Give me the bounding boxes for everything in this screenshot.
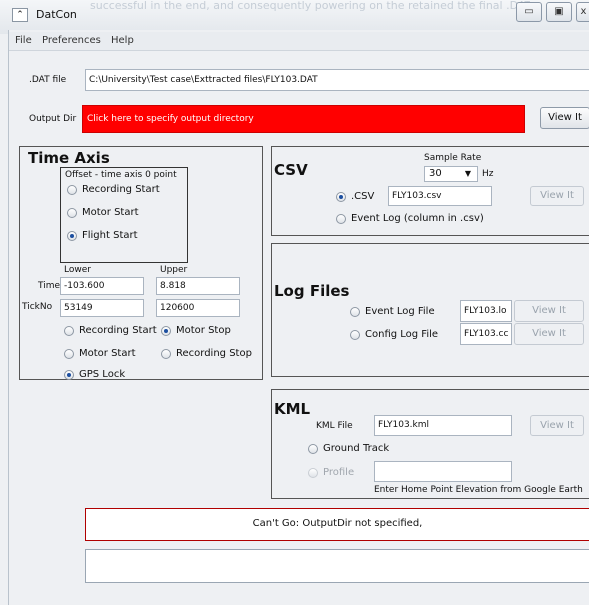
sample-rate-select[interactable]: 30 ▼ bbox=[424, 166, 478, 182]
dat-file-field[interactable]: C:\University\Test case\Exttracted files… bbox=[85, 69, 589, 91]
range-motor-stop-radio[interactable]: Motor Stop bbox=[161, 325, 231, 336]
app-window: File Preferences Help .DAT file C:\Unive… bbox=[8, 30, 589, 605]
log-files-title: Log Files bbox=[274, 282, 350, 300]
output-dir-field[interactable]: Click here to specify output directory bbox=[82, 105, 525, 133]
event-log-file-field[interactable]: FLY103.lo bbox=[460, 300, 512, 322]
offset-group: Offset - time axis 0 point Recording Sta… bbox=[60, 167, 188, 263]
csv-view-button[interactable]: View It bbox=[530, 186, 584, 206]
event-log-file-radio[interactable]: Event Log File bbox=[350, 306, 435, 317]
offset-recording-start-radio[interactable]: Recording Start bbox=[67, 184, 160, 195]
config-log-file-field[interactable]: FLY103.cc bbox=[460, 323, 512, 345]
range-gps-lock-radio[interactable]: GPS Lock bbox=[64, 369, 125, 380]
csv-file-field[interactable]: FLY103.csv bbox=[388, 186, 492, 206]
kml-file-label: KML File bbox=[316, 421, 353, 431]
range-recording-stop-radio[interactable]: Recording Stop bbox=[161, 348, 252, 359]
hz-label: Hz bbox=[482, 169, 494, 179]
window-title: DatCon bbox=[36, 8, 77, 21]
tickno-lower-field[interactable]: 53149 bbox=[60, 299, 144, 317]
log-output-box bbox=[85, 549, 589, 583]
time-axis-title: Time Axis bbox=[28, 149, 110, 167]
offset-flight-start-radio[interactable]: Flight Start bbox=[67, 230, 138, 241]
sample-rate-label: Sample Rate bbox=[424, 153, 482, 163]
status-message-box: Can't Go: OutputDir not specified, bbox=[85, 508, 589, 541]
profile-radio[interactable]: Profile bbox=[308, 467, 354, 478]
range-recording-start-radio[interactable]: Recording Start bbox=[64, 325, 157, 336]
menu-bar: File Preferences Help bbox=[9, 32, 589, 51]
upper-label: Upper bbox=[160, 265, 188, 275]
tickno-label: TickNo bbox=[22, 302, 53, 312]
kml-panel: KML KML File FLY103.kml View It Ground T… bbox=[271, 389, 589, 499]
offset-label: Offset - time axis 0 point bbox=[65, 170, 177, 180]
event-log-column-radio[interactable]: Event Log (column in .csv) bbox=[336, 213, 484, 224]
kml-view-button[interactable]: View It bbox=[530, 415, 584, 436]
log-files-panel: Log Files Event Log File FLY103.lo View … bbox=[271, 243, 589, 377]
csv-radio[interactable]: .CSV bbox=[336, 191, 374, 202]
event-log-view-button[interactable]: View It bbox=[514, 300, 584, 322]
title-bar: ⌃ DatCon ▭ ▣ x bbox=[8, 0, 589, 30]
csv-panel: CSV Sample Rate 30 ▼ Hz .CSV FLY103.csv V… bbox=[271, 146, 589, 236]
home-elevation-label: Enter Home Point Elevation from Google E… bbox=[374, 485, 583, 495]
time-axis-panel: Time Axis Offset - time axis 0 point Rec… bbox=[19, 146, 263, 380]
maximize-button[interactable]: ▣ bbox=[546, 2, 572, 22]
kml-title: KML bbox=[274, 400, 311, 418]
lower-label: Lower bbox=[64, 265, 91, 275]
time-label: Time bbox=[38, 281, 61, 291]
app-menu-icon[interactable]: ⌃ bbox=[12, 8, 28, 22]
kml-file-field[interactable]: FLY103.kml bbox=[374, 415, 512, 436]
menu-file[interactable]: File bbox=[15, 35, 32, 46]
output-dir-label: Output Dir bbox=[29, 114, 77, 124]
offset-motor-start-radio[interactable]: Motor Start bbox=[67, 207, 139, 218]
minimize-button[interactable]: ▭ bbox=[516, 2, 542, 22]
csv-title: CSV bbox=[274, 161, 308, 179]
dropdown-arrow-icon: ▼ bbox=[464, 169, 471, 178]
ground-track-radio[interactable]: Ground Track bbox=[308, 443, 389, 454]
time-lower-field[interactable]: -103.600 bbox=[60, 277, 144, 295]
output-dir-view-button[interactable]: View It bbox=[540, 107, 589, 129]
close-button[interactable]: x bbox=[576, 2, 589, 22]
dat-file-label: .DAT file bbox=[29, 75, 67, 85]
range-motor-start-radio[interactable]: Motor Start bbox=[64, 348, 136, 359]
menu-help[interactable]: Help bbox=[111, 35, 134, 46]
time-upper-field[interactable]: 8.818 bbox=[156, 277, 240, 295]
config-log-view-button[interactable]: View It bbox=[514, 323, 584, 345]
profile-elevation-field[interactable] bbox=[374, 461, 512, 482]
config-log-file-radio[interactable]: Config Log File bbox=[350, 329, 438, 340]
tickno-upper-field[interactable]: 120600 bbox=[156, 299, 240, 317]
menu-preferences[interactable]: Preferences bbox=[42, 35, 101, 46]
